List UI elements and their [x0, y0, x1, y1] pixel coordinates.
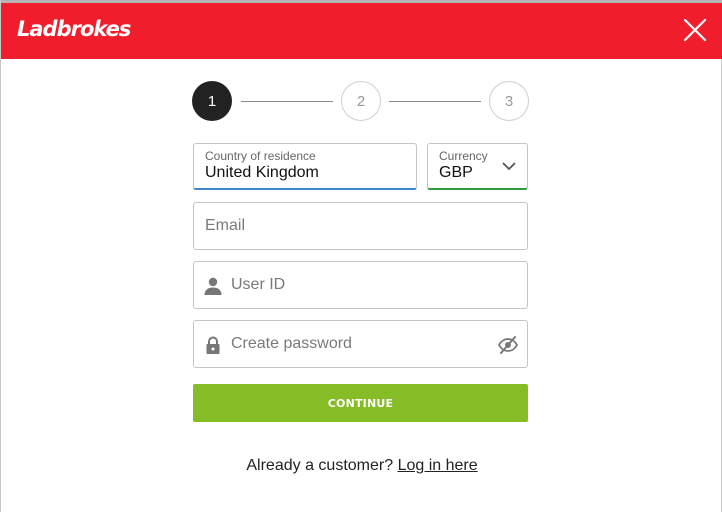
- lock-icon: [206, 336, 220, 354]
- registration-modal: Ladbrokes 1 2 3 Country of residence Uni…: [0, 0, 722, 512]
- email-field[interactable]: Email: [193, 202, 528, 250]
- step-3: 3: [489, 81, 529, 121]
- country-value: United Kingdom: [205, 164, 319, 181]
- chevron-down-icon: [502, 162, 516, 171]
- progress-stepper: 1 2 3: [192, 81, 529, 121]
- continue-button[interactable]: CONTINUE: [193, 384, 528, 422]
- currency-select[interactable]: Currency GBP: [427, 143, 528, 190]
- eye-off-icon[interactable]: [497, 334, 519, 356]
- top-border: [1, 0, 722, 3]
- currency-value: GBP: [439, 164, 473, 181]
- modal-header: Ladbrokes: [1, 0, 722, 59]
- login-link[interactable]: Log in here: [398, 457, 478, 474]
- step-2: 2: [341, 81, 381, 121]
- login-prompt: Already a customer? Log in here: [1, 457, 722, 475]
- country-select[interactable]: Country of residence United Kingdom: [193, 143, 417, 190]
- close-icon[interactable]: [683, 18, 707, 42]
- country-label: Country of residence: [205, 149, 316, 163]
- userid-placeholder: User ID: [231, 276, 286, 293]
- already-customer-text: Already a customer?: [246, 457, 394, 474]
- userid-field[interactable]: User ID: [193, 261, 528, 309]
- step-connector: [241, 101, 333, 102]
- step-connector: [389, 101, 481, 102]
- password-field[interactable]: Create password: [193, 320, 528, 368]
- brand-logo: Ladbrokes: [17, 17, 131, 41]
- email-placeholder: Email: [205, 217, 246, 234]
- currency-label: Currency: [439, 149, 488, 163]
- step-1: 1: [192, 81, 232, 121]
- password-placeholder: Create password: [231, 335, 352, 352]
- user-icon: [204, 277, 222, 295]
